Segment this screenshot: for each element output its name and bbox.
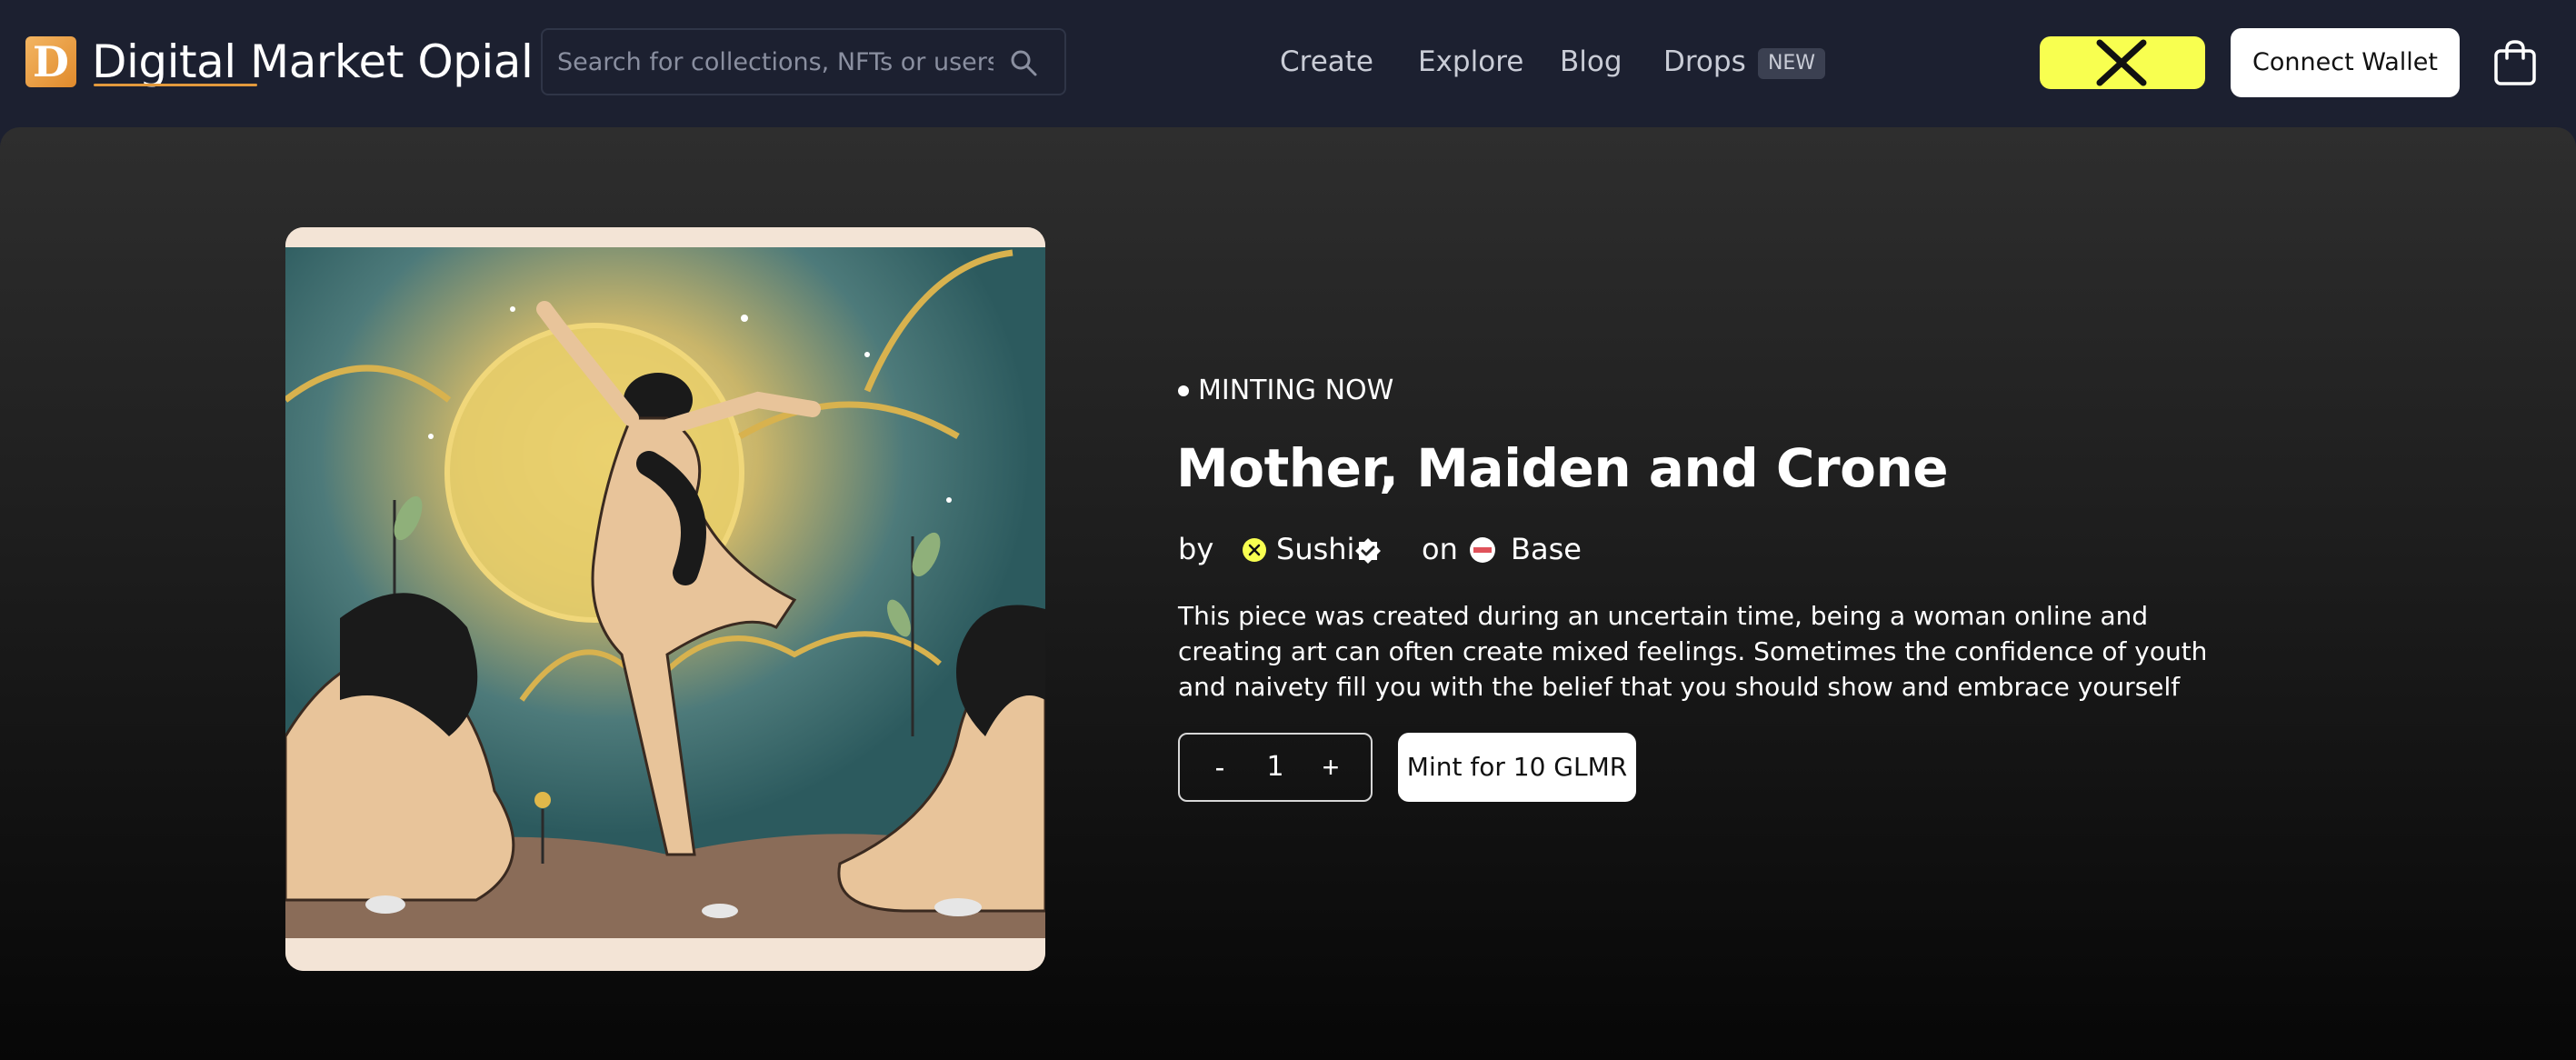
verified-badge-icon: [1355, 538, 1381, 564]
nft-title: Mother, Maiden and Crone: [1176, 437, 1949, 499]
chain-name[interactable]: Base: [1511, 525, 1582, 573]
x-logo-icon: [2096, 39, 2147, 86]
decrease-quantity-button[interactable]: -: [1193, 735, 1247, 800]
nav-explore[interactable]: Explore: [1418, 36, 1523, 87]
shopping-bag-icon[interactable]: [2491, 36, 2540, 89]
quantity-stepper: - 1 +: [1178, 733, 1373, 802]
nav-blog[interactable]: Blog: [1560, 36, 1622, 87]
increase-quantity-button[interactable]: +: [1303, 735, 1358, 800]
logo-letter: D: [33, 37, 69, 86]
by-label: by: [1178, 532, 1214, 566]
drop-panel: MINTING NOW Mother, Maiden and Crone by …: [0, 127, 2576, 1060]
search-input[interactable]: [557, 30, 993, 94]
mint-button[interactable]: Mint for 10 GLMR: [1398, 733, 1636, 802]
nav-drops[interactable]: Drops: [1663, 36, 1746, 87]
search-icon[interactable]: [1008, 47, 1039, 78]
minting-status: MINTING NOW: [1198, 375, 1394, 406]
nav-create[interactable]: Create: [1280, 36, 1373, 87]
nft-artwork[interactable]: [285, 227, 1045, 971]
base-chain-icon: [1470, 537, 1495, 563]
nft-description: This piece was created during an uncerta…: [1178, 601, 2208, 702]
artwork-illustration: [285, 227, 1045, 971]
on-label: on: [1422, 532, 1458, 566]
x-social-button[interactable]: [2040, 36, 2205, 89]
connect-wallet-button[interactable]: Connect Wallet: [2231, 28, 2460, 97]
brand-underline: [94, 84, 257, 86]
creator-name[interactable]: Sushi: [1276, 525, 1354, 573]
top-navigation-bar: D Digital Market Opial Create Explore Bl…: [0, 0, 2576, 127]
logo-icon[interactable]: D: [25, 36, 76, 87]
minting-status-dot: [1178, 385, 1189, 396]
new-badge: NEW: [1758, 48, 1825, 79]
search-bar[interactable]: [541, 28, 1066, 95]
creator-avatar-icon[interactable]: [1242, 537, 1267, 563]
quantity-value[interactable]: 1: [1247, 735, 1303, 800]
